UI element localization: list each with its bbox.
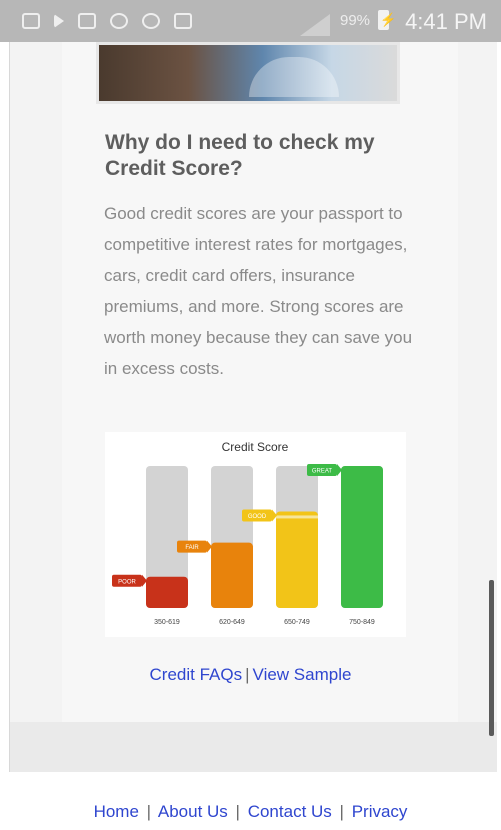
scrollbar[interactable]: [489, 580, 494, 736]
file-icon: [78, 13, 96, 29]
chart-tick-label: 620-649: [219, 619, 245, 626]
photo-image: [99, 45, 397, 101]
footer-nav: Home | About Us | Contact Us | Privacy: [0, 772, 501, 830]
footer-privacy-link[interactable]: Privacy: [352, 802, 408, 821]
status-bar: 99% ⚡ 4:41 PM: [0, 0, 501, 42]
camera-icon: [142, 13, 160, 29]
article-body: Good credit scores are your passport to …: [104, 204, 413, 378]
chart-bar: [211, 542, 253, 608]
article-photo: [96, 42, 400, 104]
play-icon: [54, 14, 64, 28]
chart-tick-label: 650-749: [284, 619, 310, 626]
chart-bar: [276, 511, 318, 608]
page-bottom-band: [10, 722, 497, 772]
footer-separator: |: [146, 802, 152, 821]
link-separator: |: [245, 665, 250, 684]
chart-bar: [341, 466, 383, 608]
footer-about-link[interactable]: About Us: [158, 802, 228, 821]
chart-flag-label: GREAT: [312, 469, 333, 475]
message-icon: [22, 13, 40, 29]
shield-icon: [110, 13, 128, 29]
battery-percent: 99%: [340, 12, 371, 29]
charging-icon: ⚡: [380, 12, 397, 27]
chart-flag-label: GOOD: [248, 514, 267, 520]
credit-faqs-link[interactable]: Credit FAQs: [150, 665, 243, 684]
chart-tick-label: 750-849: [349, 619, 375, 626]
chart-title: Credit Score: [222, 440, 289, 454]
signal-icon: [300, 14, 330, 36]
view-sample-link[interactable]: View Sample: [253, 665, 352, 684]
footer-contact-link[interactable]: Contact Us: [248, 802, 332, 821]
chart-tick-label: 350-619: [154, 619, 180, 626]
chart-svg: Credit Score 350-619 POOR 620-649 FAIR 650-7…: [112, 440, 383, 626]
chart-bar-highlight: [276, 515, 318, 519]
footer-separator: |: [339, 802, 344, 821]
clock: 4:41 PM: [405, 9, 487, 34]
screen-edge: [0, 42, 10, 830]
chart-links: Credit FAQs | View Sample: [0, 665, 501, 685]
article-heading: Why do I need to check my Credit Score?: [105, 131, 375, 180]
voicemail-icon: [174, 13, 192, 29]
footer-home-link[interactable]: Home: [94, 802, 139, 821]
footer-separator: |: [235, 802, 240, 821]
credit-score-chart: Credit Score 350-619 POOR 620-649 FAIR 650-7…: [105, 432, 406, 637]
notification-icons: [0, 13, 192, 29]
chart-flag-label: POOR: [118, 579, 136, 585]
chart-bar: [146, 576, 188, 608]
chart-flag-label: FAIR: [185, 545, 199, 551]
